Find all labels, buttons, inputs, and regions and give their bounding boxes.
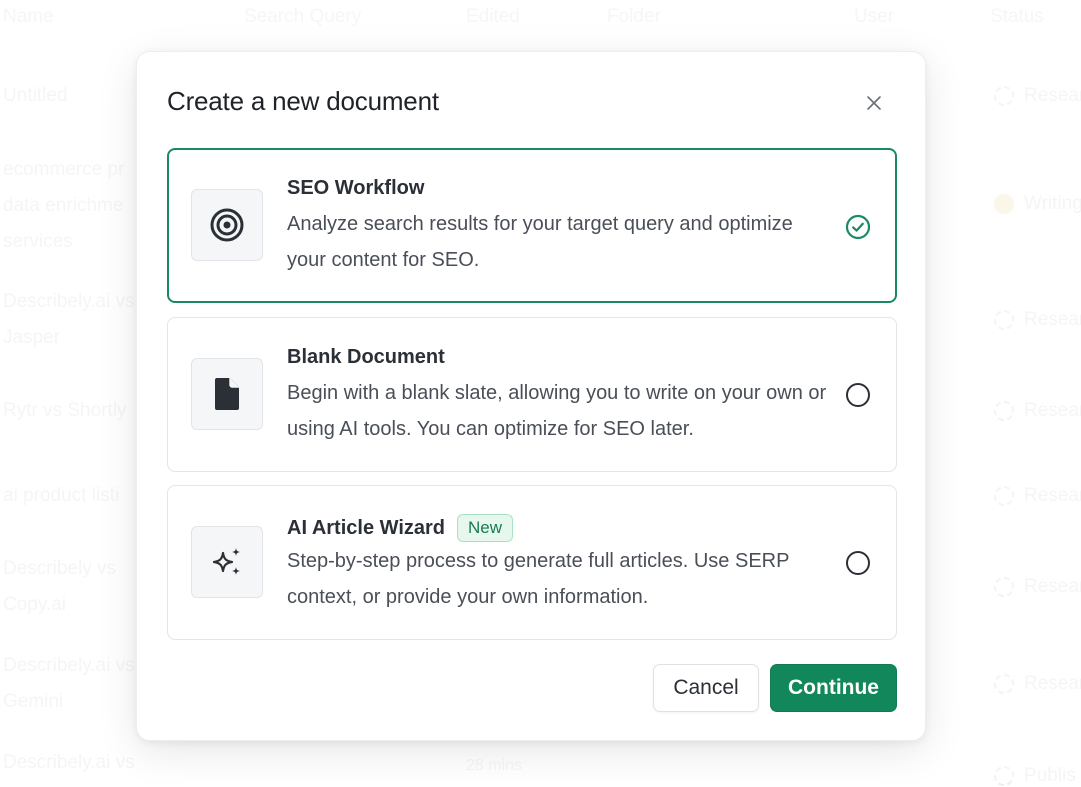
sparkles-icon [212,548,240,575]
option-title: SEO Workflow [287,177,425,199]
new-badge: New [457,514,514,542]
option-icon-box [191,526,263,598]
option-seo-workflow[interactable]: SEO Workflow Analyze search results for … [167,148,897,303]
radio-button[interactable] [846,551,870,575]
radio-button[interactable] [846,383,870,407]
option-icon-box [191,189,263,261]
option-title: Blank Document [287,346,445,368]
option-title: AI Article Wizard New [287,514,514,542]
create-document-dialog: Create a new document SEO Workflow Analy… [136,51,926,741]
target-icon [210,208,244,242]
option-icon-box [191,358,263,430]
dialog-title: Create a new document [167,86,439,116]
option-description: Step-by-step process to generate full ar… [287,550,790,608]
check-circle-icon[interactable] [845,214,871,240]
option-blank-document[interactable]: Blank Document Begin with a blank slate,… [167,317,897,472]
close-button[interactable] [861,90,887,116]
continue-button[interactable]: Continue [770,664,897,712]
cancel-button[interactable]: Cancel [653,664,759,712]
close-icon [867,96,881,110]
option-description: Analyze search results for your target q… [287,213,793,271]
option-description: Begin with a blank slate, allowing you t… [287,382,827,440]
document-icon [215,378,239,410]
option-ai-article-wizard[interactable]: AI Article Wizard New Step-by-step proce… [167,485,897,640]
